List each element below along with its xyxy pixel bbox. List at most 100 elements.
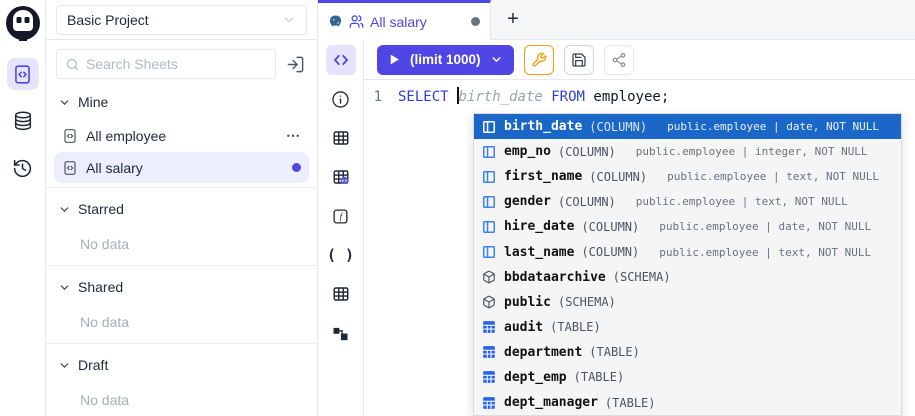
panel-schema-diagram-button[interactable]	[326, 318, 356, 348]
autocomplete-item-dept_emp[interactable]: dept_emp (TABLE)	[474, 365, 901, 390]
more-actions-button[interactable]: ⋯	[286, 127, 301, 144]
suggestion-detail: public.employee | integer, NOT NULL	[636, 145, 868, 158]
table-grid-icon	[332, 285, 350, 303]
panel-info-button[interactable]	[326, 84, 356, 114]
schema-cube-icon	[482, 270, 496, 284]
section-label: Starred	[78, 201, 124, 217]
section-header-draft[interactable]: Draft	[54, 348, 309, 382]
share-icon	[611, 52, 627, 68]
ghost-suggestion-text: birth_date	[459, 87, 543, 107]
table-icon	[482, 396, 496, 410]
sheet-item-all-employee[interactable]: All employee ⋯	[54, 120, 309, 151]
panel-sheet-table-button[interactable]	[326, 279, 356, 309]
sheet-icon	[62, 160, 78, 176]
nav-sheets-button[interactable]	[7, 58, 39, 90]
panel-table-ai-button[interactable]	[326, 162, 356, 192]
section-header-mine[interactable]: Mine	[54, 85, 309, 119]
column-icon	[482, 120, 496, 134]
suggestion-name: last_name	[504, 245, 574, 260]
editor-side-rail: f ( )	[318, 40, 364, 416]
suggestion-detail: public.employee | date, NOT NULL	[667, 120, 879, 133]
suggestion-kind: (TABLE)	[550, 320, 601, 334]
chevron-down-icon	[58, 281, 71, 294]
autocomplete-item-first_name[interactable]: first_name(COLUMN)public.employee | text…	[474, 164, 901, 189]
section-header-shared[interactable]: Shared	[54, 270, 309, 304]
section-label: Shared	[78, 279, 123, 295]
suggestion-kind: (TABLE)	[605, 396, 656, 410]
suggestion-kind: (SCHEMA)	[613, 270, 671, 284]
play-icon	[388, 53, 401, 66]
app-root: Basic Project Mine All employee ⋯	[0, 0, 915, 416]
share-button[interactable]	[604, 45, 634, 75]
autocomplete-item-last_name[interactable]: last_name(COLUMN)public.employee | text,…	[474, 239, 901, 264]
suggestion-name: birth_date	[504, 119, 582, 134]
divider	[46, 265, 317, 266]
import-sheet-button[interactable]	[284, 53, 307, 76]
autocomplete-item-bbdataarchive[interactable]: bbdataarchive (SCHEMA)	[474, 265, 901, 290]
table-icon	[482, 345, 496, 359]
tab-title: All salary	[370, 14, 465, 30]
nav-databases-button[interactable]	[7, 105, 39, 137]
autocomplete-list: birth_date (COLUMN) public.employee | date…	[474, 114, 901, 415]
section-label: Mine	[78, 94, 108, 110]
database-icon	[12, 110, 34, 132]
sheet-tree: Mine All employee ⋯ All salary Starred N…	[46, 83, 317, 416]
project-selector[interactable]: Basic Project	[56, 5, 307, 35]
sheet-item-all-salary[interactable]: All salary	[54, 152, 309, 183]
admin-mode-button[interactable]	[524, 45, 554, 75]
autocomplete-item-emp_no[interactable]: emp_no(COLUMN)public.employee | integer,…	[474, 139, 901, 164]
sheet-item-label: All employee	[86, 128, 278, 144]
nav-history-button[interactable]	[7, 152, 39, 184]
schema-cube-icon	[482, 295, 496, 309]
info-icon	[331, 90, 350, 109]
editor-toolbar: (limit 1000)	[364, 40, 915, 80]
run-query-button[interactable]: (limit 1000)	[377, 45, 514, 75]
save-icon	[571, 52, 587, 68]
autocomplete-item-hire_date[interactable]: hire_date(COLUMN)public.employee | date,…	[474, 214, 901, 239]
sql-editor[interactable]: 1SELECT birth_date FROM employee; birth_…	[364, 80, 915, 416]
suggestion-name: dept_emp	[504, 370, 567, 385]
autocomplete-item-audit[interactable]: audit (TABLE)	[474, 315, 901, 340]
tab-all-salary[interactable]: All salary	[318, 0, 491, 40]
suggestion-kind: (COLUMN)	[558, 195, 616, 209]
section-header-starred[interactable]: Starred	[54, 192, 309, 226]
autocomplete-item-dept_manager[interactable]: dept_manager (TABLE)	[474, 390, 901, 415]
sql-keyword: FROM	[543, 87, 585, 107]
sheet-sidebar: Basic Project Mine All employee ⋯	[46, 0, 318, 416]
function-icon: f	[332, 208, 349, 225]
divider	[46, 187, 317, 188]
suggestion-name: emp_no	[504, 144, 551, 159]
panel-code-button[interactable]	[326, 45, 356, 75]
suggestion-name: audit	[504, 320, 543, 335]
sheet-icon	[62, 128, 78, 144]
autocomplete-item-public[interactable]: public(SCHEMA)	[474, 290, 901, 315]
editor-column: (limit 1000) 1SELECT birth_da	[364, 40, 915, 416]
schema-diagram-icon	[332, 325, 349, 342]
autocomplete-popup: birth_date (COLUMN) public.employee | date…	[473, 113, 902, 416]
autocomplete-item-department[interactable]: department(TABLE)	[474, 340, 901, 365]
suggestion-name: hire_date	[504, 219, 574, 234]
tab-bar: All salary +	[318, 0, 915, 40]
column-icon	[482, 220, 496, 234]
unsaved-indicator-dot	[292, 163, 301, 172]
table-badge-icon	[332, 168, 350, 186]
empty-placeholder: No data	[54, 304, 309, 339]
suggestion-name: dept_manager	[504, 395, 598, 410]
new-tab-button[interactable]: +	[491, 0, 535, 39]
empty-placeholder: No data	[54, 382, 309, 416]
panel-parentheses-button[interactable]: ( )	[326, 240, 356, 270]
autocomplete-item-birth_date[interactable]: birth_date(COLUMN)public.employee | date…	[474, 114, 901, 139]
app-logo	[5, 5, 41, 41]
autocomplete-item-gender[interactable]: gender(COLUMN)public.employee | text, NO…	[474, 189, 901, 214]
suggestion-kind: (TABLE)	[574, 370, 625, 384]
chevron-down-icon	[58, 359, 71, 372]
save-sheet-button[interactable]	[564, 45, 594, 75]
suggestion-name: bbdataarchive	[504, 270, 606, 285]
suggestion-kind: (TABLE)	[589, 345, 640, 359]
column-icon	[482, 145, 496, 159]
sheet-search-box[interactable]	[56, 49, 276, 79]
section-label: Draft	[78, 357, 108, 373]
sheet-search-input[interactable]	[86, 56, 267, 72]
panel-table-button[interactable]	[326, 123, 356, 153]
panel-function-button[interactable]: f	[326, 201, 356, 231]
